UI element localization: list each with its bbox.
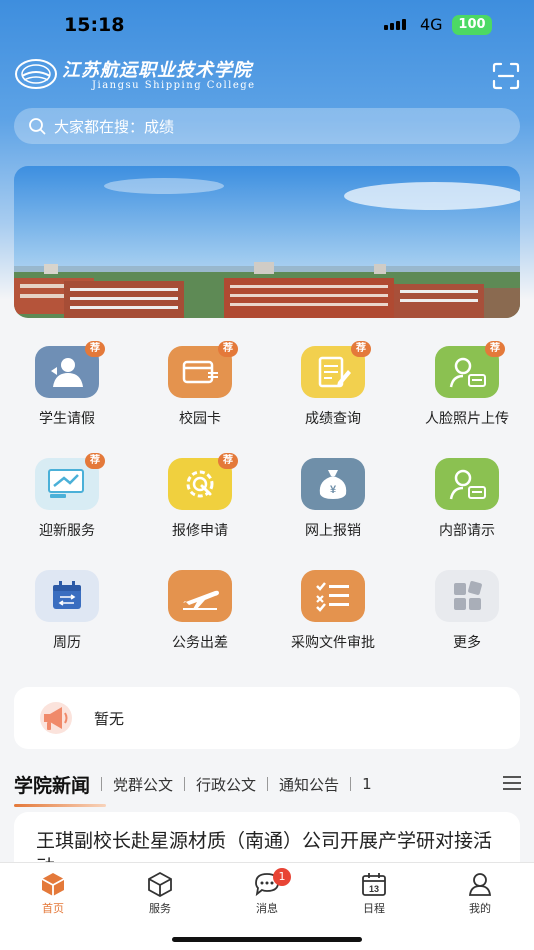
- app-freshman-service[interactable]: 荐 迎新服务: [0, 453, 134, 540]
- more-grid-icon: [435, 570, 499, 622]
- nav-profile[interactable]: 我的: [440, 871, 520, 916]
- nav-service[interactable]: 服务: [120, 871, 200, 916]
- app-week-calendar[interactable]: 周历: [0, 570, 134, 652]
- app-label: 网上报销: [305, 523, 361, 539]
- app-face-photo-upload[interactable]: 荐 人脸照片上传: [400, 341, 534, 428]
- campus-card-icon: 荐: [168, 341, 238, 398]
- face-photo-icon: 荐: [435, 341, 505, 398]
- app-online-reimbursement[interactable]: ¥ 网上报销: [266, 458, 400, 540]
- recommend-badge: 荐: [218, 341, 238, 357]
- nav-schedule[interactable]: 13 日程: [334, 871, 414, 916]
- notice-bar[interactable]: 暂无: [14, 687, 520, 749]
- menu-icon[interactable]: [502, 774, 522, 792]
- checklist-icon: [301, 570, 365, 622]
- app-label: 学生请假: [39, 411, 95, 427]
- repair-gear-icon: 荐: [168, 453, 238, 510]
- app-label: 人脸照片上传: [425, 411, 509, 427]
- app-label: 迎新服务: [39, 523, 95, 539]
- tab-admin-documents[interactable]: 行政公文: [196, 774, 256, 795]
- search-placeholder: 大家都在搜：成绩: [54, 117, 175, 136]
- recommend-badge: 荐: [485, 341, 505, 357]
- news-tabs: 学院新闻 党群公文 行政公文 通知公告 1: [14, 764, 534, 807]
- freshman-service-icon: 荐: [35, 453, 105, 510]
- app-label: 内部请示: [439, 523, 495, 539]
- home-icon: [41, 873, 65, 896]
- app-label: 更多: [453, 635, 481, 651]
- nav-label: 首页: [42, 902, 64, 915]
- tab-divider: [101, 777, 103, 791]
- calendar-icon: [35, 570, 99, 622]
- college-emblem-icon: [15, 58, 57, 89]
- unread-badge: 1: [273, 868, 291, 886]
- college-logo: 江苏航运职业技术学院 Jiangsu Shipping College: [14, 56, 256, 91]
- status-time: 15:18: [64, 14, 125, 36]
- app-internal-request[interactable]: 内部请示: [400, 458, 534, 540]
- tab-divider: [350, 777, 352, 791]
- app-procurement-approval[interactable]: 采购文件审批: [266, 570, 400, 652]
- status-bar: 15:18 4G 100: [0, 0, 534, 52]
- search-icon: [29, 118, 46, 135]
- tab-college-news[interactable]: 学院新闻: [14, 771, 107, 807]
- svg-text:¥: ¥: [330, 484, 337, 496]
- home-indicator: [172, 937, 362, 942]
- app-more[interactable]: 更多: [400, 570, 534, 652]
- nav-label: 我的: [469, 902, 491, 915]
- recommend-badge: 荐: [85, 453, 105, 469]
- app-repair-request[interactable]: 荐 报修申请: [133, 453, 267, 540]
- money-bag-icon: ¥: [301, 458, 365, 510]
- logo-chinese-name: 江苏航运职业技术学院: [62, 60, 252, 81]
- app-label: 校园卡: [179, 411, 221, 427]
- tab-overflow[interactable]: 1: [362, 775, 372, 793]
- app-label: 报修申请: [172, 523, 228, 539]
- recommend-badge: 荐: [85, 341, 105, 357]
- svg-text:13: 13: [369, 884, 379, 894]
- tab-notices[interactable]: 通知公告: [279, 774, 339, 795]
- nav-label: 日程: [363, 902, 385, 915]
- app-business-trip[interactable]: 公务出差: [133, 570, 267, 652]
- user-icon: [468, 873, 492, 896]
- scan-icon[interactable]: [492, 62, 520, 90]
- notice-text: 暂无: [94, 709, 125, 728]
- logo-english-name: Jiangsu Shipping College: [92, 80, 256, 91]
- student-leave-icon: 荐: [35, 341, 105, 398]
- app-label: 周历: [53, 635, 81, 651]
- tab-party-documents[interactable]: 党群公文: [113, 774, 173, 795]
- nav-home[interactable]: 首页: [13, 871, 93, 916]
- tab-divider: [184, 777, 186, 791]
- app-student-leave[interactable]: 荐 学生请假: [0, 341, 134, 428]
- cube-icon: [148, 871, 172, 897]
- megaphone-icon: [40, 702, 72, 734]
- nav-messages[interactable]: 1 消息: [227, 868, 307, 916]
- nav-label: 服务: [149, 902, 171, 915]
- app-label: 成绩查询: [305, 411, 361, 427]
- recommend-badge: 荐: [218, 453, 238, 469]
- app-grade-query[interactable]: 荐 成绩查询: [266, 341, 400, 428]
- app-label: 采购文件审批: [291, 635, 375, 651]
- campus-photo: [14, 166, 520, 318]
- battery-indicator: 100: [452, 15, 492, 35]
- app-campus-card[interactable]: 荐 校园卡: [133, 341, 267, 428]
- recommend-badge: 荐: [351, 341, 371, 357]
- calendar-icon: 13: [362, 873, 386, 896]
- internal-request-icon: [435, 458, 499, 510]
- network-type: 4G: [420, 15, 443, 34]
- signal-icon: [384, 19, 406, 30]
- airplane-icon: [168, 570, 232, 622]
- nav-label: 消息: [256, 902, 278, 915]
- tab-divider: [267, 777, 269, 791]
- grade-query-icon: 荐: [301, 341, 371, 398]
- campus-banner[interactable]: [14, 166, 520, 318]
- search-input[interactable]: 大家都在搜：成绩: [14, 108, 520, 144]
- app-label: 公务出差: [172, 635, 228, 651]
